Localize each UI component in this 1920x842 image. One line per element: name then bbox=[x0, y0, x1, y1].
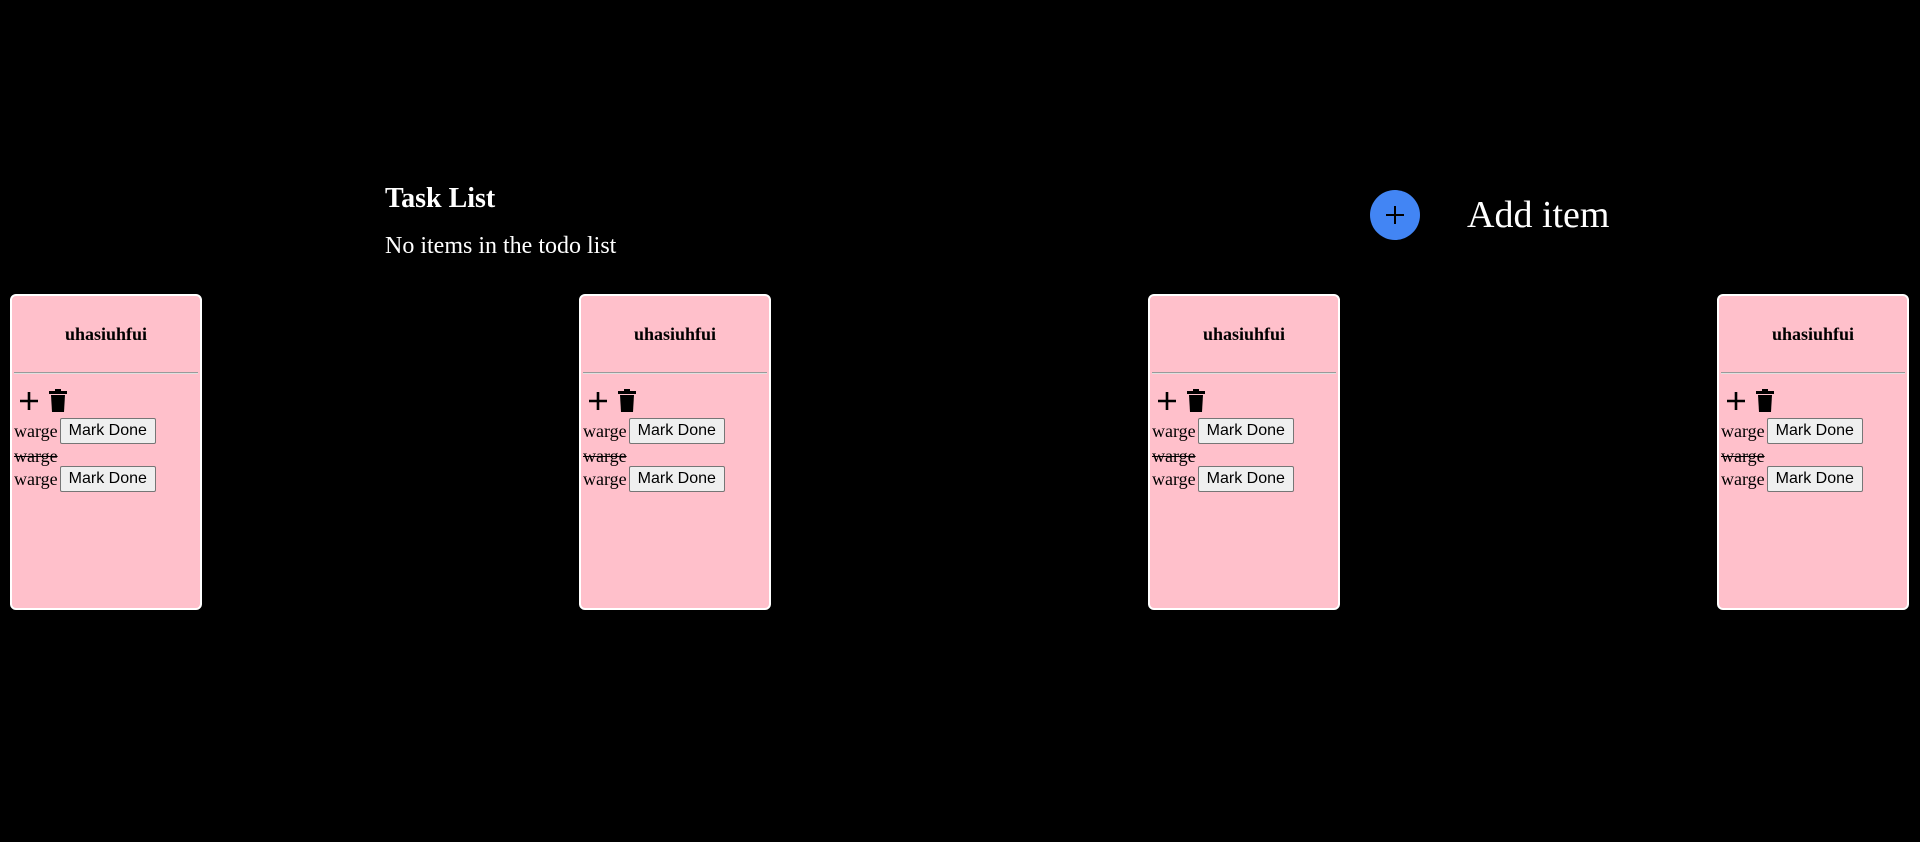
plus-icon[interactable] bbox=[1156, 390, 1178, 412]
todo-card: uhasiuhfui warge Mark Done warge warge M… bbox=[579, 294, 771, 610]
task-item: warge Mark Done bbox=[14, 418, 200, 444]
task-text: warge bbox=[583, 469, 627, 489]
card-actions bbox=[1719, 384, 1907, 418]
task-list: warge Mark Done warge warge Mark Done bbox=[1150, 418, 1338, 492]
mark-done-button[interactable]: Mark Done bbox=[1766, 466, 1863, 492]
divider bbox=[583, 372, 767, 374]
card-actions bbox=[1150, 384, 1338, 418]
mark-done-button[interactable]: Mark Done bbox=[1766, 418, 1863, 444]
page-title: Task List bbox=[385, 183, 496, 214]
todo-card: uhasiuhfui warge Mark Done warge warge M… bbox=[10, 294, 202, 610]
divider bbox=[1721, 372, 1905, 374]
task-text: warge bbox=[14, 469, 58, 489]
task-item-done: warge bbox=[14, 446, 200, 466]
mark-done-button[interactable]: Mark Done bbox=[628, 418, 725, 444]
empty-list-message: No items in the todo list bbox=[385, 233, 617, 259]
plus-icon[interactable] bbox=[18, 390, 40, 412]
task-text: warge bbox=[583, 421, 627, 441]
mark-done-button[interactable]: Mark Done bbox=[1197, 466, 1294, 492]
task-item: warge Mark Done bbox=[583, 418, 769, 444]
task-text: warge bbox=[1721, 421, 1765, 441]
plus-icon[interactable] bbox=[1370, 190, 1420, 240]
task-text: warge bbox=[14, 421, 58, 441]
add-item-button[interactable]: Add item bbox=[1370, 190, 1609, 240]
task-list: warge Mark Done warge warge Mark Done bbox=[12, 418, 200, 492]
task-text: warge bbox=[14, 446, 58, 466]
task-item: warge Mark Done bbox=[1152, 466, 1338, 492]
task-list: warge Mark Done warge warge Mark Done bbox=[1719, 418, 1907, 492]
todo-card: uhasiuhfui warge Mark Done warge warge M… bbox=[1148, 294, 1340, 610]
trash-icon[interactable] bbox=[1186, 389, 1206, 413]
mark-done-button[interactable]: Mark Done bbox=[1197, 418, 1294, 444]
task-item: warge Mark Done bbox=[14, 466, 200, 492]
card-title: uhasiuhfui bbox=[64, 324, 148, 344]
task-item: warge Mark Done bbox=[1721, 418, 1907, 444]
mark-done-button[interactable]: Mark Done bbox=[59, 418, 156, 444]
trash-icon[interactable] bbox=[617, 389, 637, 413]
plus-icon[interactable] bbox=[1725, 390, 1747, 412]
task-text: warge bbox=[1152, 469, 1196, 489]
card-actions bbox=[12, 384, 200, 418]
plus-icon[interactable] bbox=[587, 390, 609, 412]
task-item-done: warge bbox=[1152, 446, 1338, 466]
task-list: warge Mark Done warge warge Mark Done bbox=[581, 418, 769, 492]
task-text: warge bbox=[1152, 421, 1196, 441]
card-title: uhasiuhfui bbox=[1202, 324, 1286, 344]
task-item: warge Mark Done bbox=[1152, 418, 1338, 444]
cards-row: uhasiuhfui warge Mark Done warge warge M… bbox=[0, 294, 1920, 610]
trash-icon[interactable] bbox=[1755, 389, 1775, 413]
task-item: warge Mark Done bbox=[583, 466, 769, 492]
divider bbox=[14, 372, 198, 374]
card-title: uhasiuhfui bbox=[633, 324, 717, 344]
trash-icon[interactable] bbox=[48, 389, 68, 413]
task-text: warge bbox=[1152, 446, 1196, 466]
task-item-done: warge bbox=[583, 446, 769, 466]
task-list-header: Task List No items in the todo list bbox=[385, 176, 616, 262]
task-text: warge bbox=[1721, 446, 1765, 466]
task-text: warge bbox=[583, 446, 627, 466]
card-actions bbox=[581, 384, 769, 418]
todo-card: uhasiuhfui warge Mark Done warge warge M… bbox=[1717, 294, 1909, 610]
task-item-done: warge bbox=[1721, 446, 1907, 466]
task-text: warge bbox=[1721, 469, 1765, 489]
mark-done-button[interactable]: Mark Done bbox=[59, 466, 156, 492]
task-item: warge Mark Done bbox=[1721, 466, 1907, 492]
card-title: uhasiuhfui bbox=[1771, 324, 1855, 344]
divider bbox=[1152, 372, 1336, 374]
add-item-label: Add item bbox=[1467, 194, 1610, 236]
mark-done-button[interactable]: Mark Done bbox=[628, 466, 725, 492]
